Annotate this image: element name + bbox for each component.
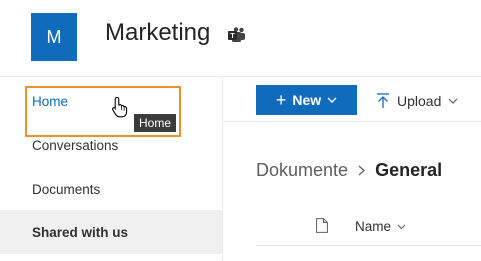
plus-icon: + — [275, 90, 287, 110]
column-header-label: Name — [355, 219, 392, 234]
column-header-name[interactable]: Name — [355, 219, 406, 234]
upload-icon — [377, 93, 389, 108]
sidebar-item-label: Shared with us — [32, 224, 129, 240]
chevron-down-icon — [448, 98, 458, 104]
upload-button-label: Upload — [397, 93, 442, 109]
command-bar-divider — [223, 121, 481, 122]
sidebar-item-shared-with-us[interactable]: Shared with us — [0, 210, 222, 254]
site-logo[interactable]: M — [31, 13, 77, 61]
teams-icon[interactable]: T — [228, 27, 246, 43]
hand-cursor-icon — [112, 96, 128, 118]
sidebar-item-label: Conversations — [32, 137, 119, 153]
upload-button[interactable]: Upload — [376, 88, 458, 114]
list-column-header: Name — [256, 214, 481, 244]
new-button[interactable]: + New — [256, 85, 357, 115]
svg-text:T: T — [230, 33, 235, 40]
site-header: M Marketing T — [0, 0, 481, 76]
chevron-down-icon — [327, 97, 337, 103]
chevron-down-icon — [397, 224, 406, 229]
tooltip: Home — [134, 114, 177, 132]
breadcrumb: Dokumente General — [256, 160, 442, 181]
file-type-icon[interactable] — [316, 218, 328, 233]
chevron-right-icon — [358, 165, 365, 176]
new-button-label: New — [292, 92, 322, 108]
breadcrumb-current: General — [375, 160, 443, 180]
sidebar-item-label: Documents — [32, 181, 101, 197]
sidebar-item-documents[interactable]: Documents — [0, 167, 222, 211]
breadcrumb-root[interactable]: Dokumente — [256, 160, 348, 181]
list-header-divider — [256, 245, 481, 246]
site-title[interactable]: Marketing — [105, 19, 210, 47]
